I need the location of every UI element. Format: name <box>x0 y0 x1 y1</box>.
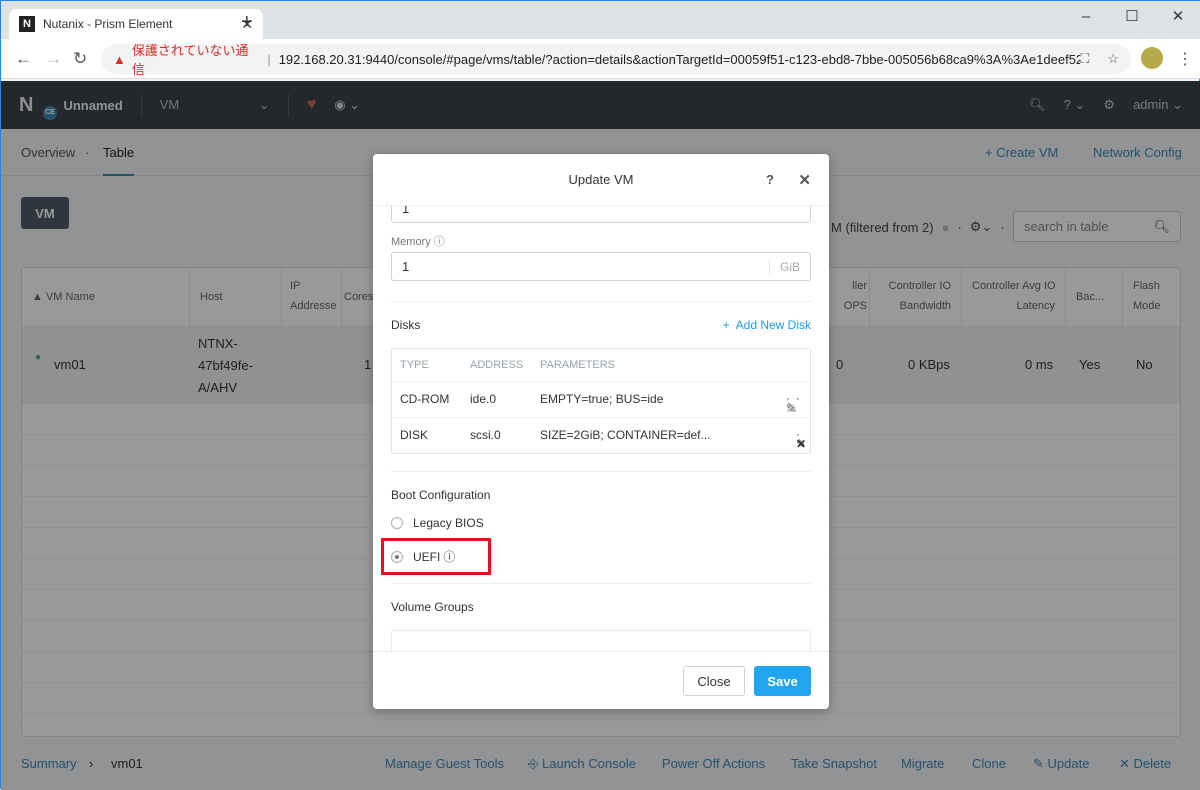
boot-config-title: Boot Configuration <box>391 488 491 502</box>
save-button[interactable]: Save <box>754 666 811 696</box>
breadcrumb-summary[interactable]: Summary <box>21 756 77 771</box>
alerts-circle-icon[interactable]: ◉ ⌄ <box>334 97 360 113</box>
disks-table: TYPE ADDRESS PARAMETERS CD-ROM ide.0 EMPTY… <box>391 348 811 454</box>
update-link[interactable]: ✎ Update <box>1033 756 1089 772</box>
iops: 0 <box>836 357 844 372</box>
add-new-disk-link[interactable]: + Add New Disk <box>723 318 811 332</box>
filter-count: M (filtered from 2) <box>831 219 934 235</box>
memory-label: Memory ⓘ <box>391 236 445 248</box>
disk-row: DISK scsi.0 SIZE=2GiB; CONTAINER=def... ✎ ·… <box>392 417 810 453</box>
uefi-radio[interactable]: UEFI ⓘ <box>391 548 455 565</box>
update-vm-dialog: Update VM? ✕ 1 Memory ⓘ 1 GiB Disks + Add … <box>373 154 829 709</box>
delete-link[interactable]: ✕ Delete <box>1119 756 1171 772</box>
delete-x-icon[interactable]: ✕ <box>796 437 806 451</box>
take-snapshot-link[interactable]: Take Snapshot <box>791 756 877 771</box>
col-vm-name[interactable]: ▲ VM Name <box>22 268 190 326</box>
section-dropdown[interactable]: VM ⌄ <box>160 97 270 113</box>
migrate-link[interactable]: Migrate <box>901 756 944 771</box>
network-config-link[interactable]: Network Config <box>1093 145 1182 160</box>
search-icon[interactable]: 🔍︎ <box>1029 97 1046 113</box>
user-menu[interactable]: admin ⌄ <box>1133 97 1183 113</box>
help-icon[interactable]: ? ⌄ <box>1064 97 1086 113</box>
next-icon[interactable]: ● <box>942 220 950 235</box>
disks-title: Disks <box>391 318 421 332</box>
prism-top-nav: N CE Unnamed VM ⌄ ♥ ◉ ⌄ 🔍︎ ? ⌄ ⚙ admin ⌄ <box>1 81 1200 129</box>
volume-groups-title: Volume Groups <box>391 600 474 614</box>
clone-link[interactable]: Clone <box>972 756 1006 771</box>
col-host[interactable]: Host <box>190 268 282 326</box>
create-vm-link[interactable]: + Create VM <box>985 145 1058 160</box>
col-latency[interactable]: Controller Avg IO Latency <box>962 268 1066 326</box>
col-backup[interactable]: Bac... <box>1066 268 1123 326</box>
col-ip[interactable]: IP Addresse <box>282 268 342 326</box>
manage-guest-tools-link[interactable]: Manage Guest Tools <box>385 756 504 771</box>
launch-console-link[interactable]: ⎆ Launch Console <box>528 756 636 772</box>
cluster-name[interactable]: Unnamed <box>63 98 122 113</box>
help-icon[interactable]: ? <box>766 172 774 187</box>
disk-row: CD-ROM ide.0 EMPTY=true; BUS=ide ⏏ · ✎ · ✕ <box>392 381 810 417</box>
help-circle-icon: ⓘ <box>433 236 445 248</box>
breadcrumb-current: vm01 <box>111 756 143 771</box>
gear-icon[interactable]: ⚙ <box>1103 97 1115 113</box>
col-flash[interactable]: Flash Mode <box>1123 268 1180 326</box>
dialog-title: Update VM <box>568 172 634 187</box>
cores-input[interactable]: 1 <box>391 206 811 223</box>
tab-overview[interactable]: Overview <box>21 145 75 160</box>
bandwidth: 0 KBps <box>908 357 950 372</box>
health-heart-icon[interactable]: ♥ <box>307 96 317 114</box>
gear-icon[interactable]: ⚙⌄ <box>970 219 993 235</box>
col-bandwidth[interactable]: Controller IO Bandwidth <box>870 268 962 326</box>
nutanix-logo[interactable]: N CE <box>19 94 57 120</box>
host: NTNX- 47bf49fe- A/AHV <box>198 336 253 395</box>
backup: Yes <box>1079 357 1101 372</box>
memory-input[interactable]: 1 GiB <box>391 252 811 281</box>
vm-filter-button[interactable]: VM <box>21 197 69 229</box>
close-button[interactable]: Close <box>683 666 745 696</box>
vm-action-bar: Summary › vm01 Manage Guest Tools ⎆ Laun… <box>21 755 1172 772</box>
flash-mode: No <box>1136 357 1153 372</box>
delete-x-icon[interactable]: ✕ <box>786 401 796 415</box>
power-off-actions-link[interactable]: Power Off Actions <box>662 756 765 771</box>
cores: 1 <box>364 357 372 372</box>
vm-name: vm01 <box>54 357 86 372</box>
col-cores[interactable]: Cores <box>342 268 374 326</box>
info-icon: ⓘ <box>443 550 456 564</box>
status-dot: ● <box>35 352 42 363</box>
table-search-input[interactable]: search in table 🔍︎ <box>1013 211 1181 242</box>
tab-table[interactable]: Table <box>103 145 135 176</box>
browser-window: N Nutanix - Prism Element ✕ + – ☐ ✕ ← → ↻ … <box>0 0 1200 790</box>
close-icon[interactable]: ✕ <box>798 171 811 189</box>
chevron-down-icon: ⌄ <box>258 97 270 112</box>
volume-groups-box <box>391 630 811 651</box>
memory-unit: GiB <box>768 259 800 274</box>
legacy-bios-radio[interactable]: Legacy BIOS <box>391 516 484 530</box>
latency: 0 ms <box>1025 357 1054 372</box>
search-icon: 🔍︎ <box>1153 218 1170 234</box>
